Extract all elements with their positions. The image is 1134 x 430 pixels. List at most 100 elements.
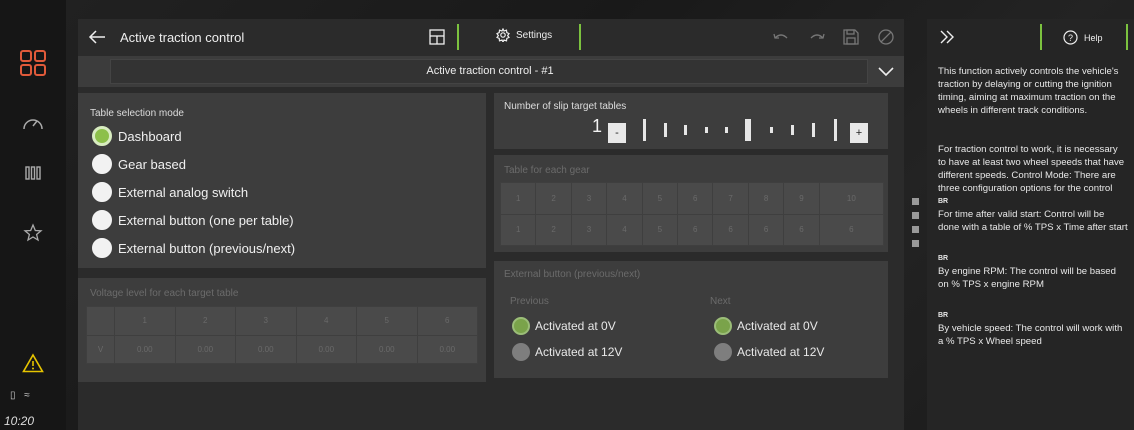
slider-thumb[interactable]: [745, 119, 751, 141]
slider-tick: [834, 119, 837, 141]
radio-gear-based[interactable]: Gear based: [92, 154, 186, 174]
gear-cell[interactable]: 6: [818, 213, 885, 246]
selector-field[interactable]: Active traction control - #1: [110, 59, 868, 84]
col-header: 4: [295, 306, 357, 336]
gear-cell[interactable]: 4: [606, 213, 643, 246]
radio-external-button-per-table[interactable]: External button (one per table): [92, 210, 294, 230]
table-view-icon[interactable]: [428, 28, 446, 46]
undo-icon[interactable]: [771, 27, 791, 47]
gear-cell[interactable]: 5: [641, 213, 679, 246]
radio-dashboard[interactable]: Dashboard: [92, 126, 182, 146]
next-0v-radio[interactable]: Activated at 0V: [714, 317, 818, 335]
settings-button[interactable]: Settings: [496, 28, 552, 42]
clock: 10:20: [4, 414, 35, 428]
radio-indicator: [92, 238, 112, 258]
gear-cell[interactable]: 6: [677, 213, 714, 246]
card-title: Table selection mode: [90, 108, 184, 119]
radio-label: External button (previous/next): [118, 240, 296, 256]
collapse-double-chevron-icon[interactable]: [939, 29, 955, 50]
map-selector[interactable]: Active traction control - #1: [78, 56, 904, 87]
gear-cell[interactable]: 6: [747, 213, 785, 246]
previous-label: Previous: [510, 296, 549, 307]
gear-table: 1 2 3 4 5 6 7 8 9 10 1 2 3 4 5 6 6 6 6 6: [499, 182, 885, 246]
col-header: 1: [114, 306, 176, 336]
card-title: Number of slip target tables: [504, 101, 627, 112]
prev-0v-radio[interactable]: Activated at 0V: [512, 317, 616, 335]
col-header: 2: [535, 182, 572, 215]
voltage-card: Voltage level for each target table 1 2 …: [78, 278, 486, 382]
col-header: 5: [356, 306, 418, 336]
col-header: 2: [174, 306, 236, 336]
row-header: V: [86, 334, 115, 364]
cancel-icon[interactable]: [876, 27, 896, 47]
gear-cell[interactable]: 2: [535, 213, 572, 246]
voltage-cell[interactable]: 0.00: [114, 334, 176, 364]
voltage-cell[interactable]: 0.00: [235, 334, 297, 364]
voltage-cell[interactable]: 0.00: [356, 334, 418, 364]
help-button[interactable]: ? Help: [1063, 30, 1103, 45]
help-paragraph: For time after valid start: Control will…: [938, 209, 1128, 233]
page-title: Active traction control: [120, 30, 245, 45]
page-indicator[interactable]: [912, 212, 919, 219]
radio-external-analog[interactable]: External analog switch: [92, 182, 248, 202]
separator: [1040, 24, 1042, 50]
slider-tick: [791, 125, 794, 135]
chevron-down-icon[interactable]: [868, 56, 904, 87]
gear-cell[interactable]: 1: [499, 213, 537, 246]
radio-indicator: [92, 210, 112, 230]
back-arrow-icon[interactable]: [84, 25, 110, 49]
increment-button[interactable]: +: [850, 123, 868, 143]
status-icons: ▯ ≈: [10, 390, 33, 401]
col-header: 6: [416, 306, 478, 336]
settings-label: Settings: [516, 29, 553, 41]
radio-label: External button (one per table): [118, 212, 294, 228]
selector-value: Active traction control - #1: [426, 65, 554, 77]
radio-indicator: [714, 343, 732, 361]
gear-cell[interactable]: 3: [570, 213, 608, 246]
warning-icon[interactable]: [20, 350, 46, 376]
radio-label: Dashboard: [118, 128, 182, 144]
help-br: BR: [938, 198, 949, 205]
slip-count: 1: [592, 116, 603, 136]
table-selection-card: Table selection mode Dashboard Gear base…: [78, 93, 486, 268]
save-icon[interactable]: [841, 27, 861, 47]
svg-text:?: ?: [1068, 33, 1073, 43]
redo-icon[interactable]: [807, 27, 827, 47]
gear-cell[interactable]: 6: [712, 213, 749, 246]
radio-indicator: [92, 154, 112, 174]
next-12v-radio[interactable]: Activated at 12V: [714, 343, 824, 361]
radio-label: Gear based: [118, 156, 186, 172]
help-panel: ? Help This function actively controls t…: [927, 19, 1134, 430]
bars-icon[interactable]: [20, 160, 46, 186]
radio-indicator: [512, 317, 530, 335]
radio-external-button-prev-next[interactable]: External button (previous/next): [92, 238, 295, 258]
app-grid-icon[interactable]: [20, 50, 46, 76]
radio-label: Activated at 12V: [535, 345, 623, 359]
page-indicator[interactable]: [912, 240, 919, 247]
voltage-cell[interactable]: 0.00: [295, 334, 357, 364]
help-paragraph: For traction control to work, it is nece…: [938, 144, 1125, 194]
page-indicator[interactable]: [912, 226, 919, 233]
decrement-button[interactable]: -: [608, 123, 626, 143]
voltage-table: 1 2 3 4 5 6 V 0.00 0.00 0.00 0.00 0.00 0…: [86, 306, 478, 364]
voltage-cell[interactable]: 0.00: [416, 334, 478, 364]
gear-table-card: Table for each gear 1 2 3 4 5 6 7 8 9 10…: [494, 155, 888, 252]
col-header: 8: [747, 182, 785, 215]
voltage-cell[interactable]: 0.00: [174, 334, 236, 364]
star-icon[interactable]: [20, 220, 46, 246]
next-label: Next: [710, 296, 731, 307]
separator: [457, 24, 459, 50]
external-button-card: External button (previous/next) Previous…: [494, 261, 888, 378]
card-title: External button (previous/next): [504, 269, 641, 280]
prev-12v-radio[interactable]: Activated at 12V: [512, 343, 622, 361]
help-header: ? Help: [927, 19, 1134, 56]
help-br: BR: [938, 255, 949, 262]
slider-tick: [664, 123, 667, 137]
radio-indicator: [92, 126, 112, 146]
page-indicator[interactable]: [912, 198, 919, 205]
radio-indicator: [92, 182, 112, 202]
dashboard-icon[interactable]: [20, 110, 46, 136]
gear-cell[interactable]: 6: [783, 213, 820, 246]
radio-label: External analog switch: [118, 184, 249, 200]
top-bar: Active traction control Settings: [78, 19, 904, 56]
